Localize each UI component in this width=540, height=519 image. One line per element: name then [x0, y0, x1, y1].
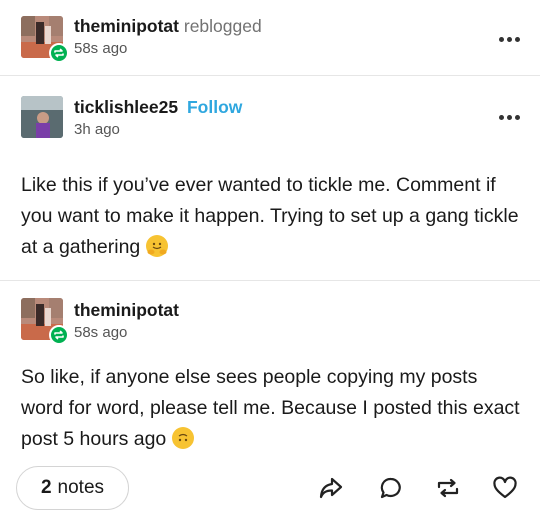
- upside-down-face-emoji-icon: [171, 427, 194, 449]
- more-options-icon[interactable]: [496, 112, 522, 122]
- original-poster-avatar-image: [21, 96, 63, 138]
- original-poster-username[interactable]: ticklishlee25: [74, 97, 178, 117]
- original-post-text: Like this if you’ve ever wanted to tickl…: [21, 174, 519, 258]
- notes-label: notes: [57, 477, 105, 498]
- reblog-comment-body: So like, if anyone else sees people copy…: [21, 362, 521, 455]
- original-poster-avatar[interactable]: [21, 96, 63, 138]
- original-poster-line: ticklishlee25 Follow: [74, 97, 242, 118]
- reblog-badge-icon: [54, 48, 64, 58]
- reblogger-username[interactable]: theminipotat: [74, 16, 179, 36]
- reblog-badge-icon: [54, 330, 64, 340]
- reblog-comment-text: So like, if anyone else sees people copy…: [21, 366, 520, 450]
- reblogger-line: theminipotat reblogged: [74, 16, 262, 37]
- follow-button[interactable]: Follow: [187, 97, 242, 117]
- notes-count: 2: [40, 477, 52, 498]
- comment-timestamp[interactable]: 58s ago: [74, 324, 127, 341]
- reblogged-label: reblogged: [183, 16, 262, 36]
- reblog-badge: [49, 325, 69, 345]
- reblog-icon[interactable]: [433, 474, 463, 502]
- header-divider: [0, 75, 540, 76]
- more-options-icon[interactable]: [496, 34, 522, 44]
- reblog-timestamp[interactable]: 58s ago: [74, 40, 127, 57]
- share-icon[interactable]: [316, 474, 346, 502]
- post-divider: [0, 280, 540, 281]
- original-post-timestamp[interactable]: 3h ago: [74, 121, 120, 138]
- reply-icon[interactable]: [376, 474, 406, 502]
- commenter-username[interactable]: theminipotat: [74, 300, 179, 321]
- like-icon[interactable]: [490, 474, 520, 502]
- hugging-face-emoji-icon: [145, 235, 168, 257]
- notes-button[interactable]: 2 notes: [16, 466, 129, 510]
- reblog-badge: [49, 43, 69, 63]
- original-post-body: Like this if you’ve ever wanted to tickl…: [21, 170, 521, 263]
